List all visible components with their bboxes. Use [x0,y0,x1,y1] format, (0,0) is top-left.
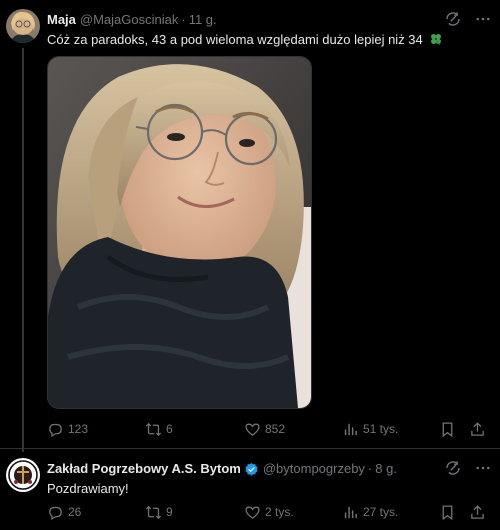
bookmark-icon [442,504,453,520]
reply-count: 123 [68,422,89,436]
views-button[interactable]: 51 tys. [342,419,398,439]
tweet-text-content: Cóż za paradoks, 43 a pod wieloma względ… [47,32,423,47]
bookmark-button[interactable] [439,502,456,522]
tweet-text: Pozdrawiamy! [47,481,129,496]
share-icon [471,504,484,519]
repost-button[interactable]: 6 [145,419,173,439]
repost-button[interactable]: 9 [145,502,173,522]
avatar[interactable] [6,9,40,43]
retweet-icon [145,505,162,519]
more-icon[interactable] [474,459,492,477]
separator: · [181,12,186,27]
like-icon [245,423,260,436]
like-count: 852 [265,422,286,436]
reply-icon [49,506,62,520]
tweet-header: Maja @MajaGosciniak · 11 g. [47,11,444,29]
share-icon [471,421,484,436]
separator: · [367,461,373,476]
bookmark-icon [442,421,453,437]
display-name[interactable]: Maja [47,11,76,29]
repost-count: 9 [166,505,173,519]
handle[interactable]: @MajaGosciniak [80,11,178,29]
grok-icon[interactable] [444,10,462,28]
timestamp[interactable]: 8 g. [375,460,397,478]
like-count: 2 tys. [265,505,294,519]
repost-count: 6 [166,422,173,436]
display-name[interactable]: Zakład Pogrzebowy A.S. Bytom [47,460,241,478]
like-button[interactable]: 852 [244,419,285,439]
reply-button[interactable]: 26 [47,502,81,522]
tweet-actions: 123 6 852 51 tys. [47,419,486,439]
like-icon [245,506,260,519]
grok-icon[interactable] [444,459,462,477]
tweet[interactable]: Maja @MajaGosciniak · 11 g. Cóż za parad… [0,0,500,452]
views-icon [344,423,357,435]
bookmark-button[interactable] [439,419,456,439]
tweet[interactable]: Zakład Pogrzebowy A.S. Bytom @bytompogrz… [0,448,500,530]
share-button[interactable] [469,419,486,439]
tweet-photo[interactable] [47,56,312,409]
views-icon [344,506,357,518]
four-leaf-clover-emoji [431,34,442,46]
like-button[interactable]: 2 tys. [244,502,294,522]
share-button[interactable] [469,502,486,522]
reply-button[interactable]: 123 [47,419,88,439]
views-count: 51 tys. [363,422,399,436]
handle[interactable]: @bytompogrzeby [263,460,365,478]
more-icon[interactable] [474,10,492,28]
timestamp[interactable]: 11 g. [189,11,217,29]
avatar[interactable] [6,458,40,492]
verified-icon[interactable] [244,462,259,477]
views-count: 27 tys. [363,505,399,519]
tweet-header: Zakład Pogrzebowy A.S. Bytom @bytompogrz… [47,460,444,478]
retweet-icon [145,422,162,436]
views-button[interactable]: 27 tys. [342,502,398,522]
timeline: Maja @MajaGosciniak · 11 g. Cóż za parad… [0,0,500,530]
tweet-actions: 26 9 2 tys. 27 tys. [47,502,486,522]
thread-line [22,48,24,452]
reply-icon [49,423,62,437]
tweet-text: Cóż za paradoks, 43 a pod wieloma względ… [47,31,480,49]
reply-count: 26 [68,505,82,519]
